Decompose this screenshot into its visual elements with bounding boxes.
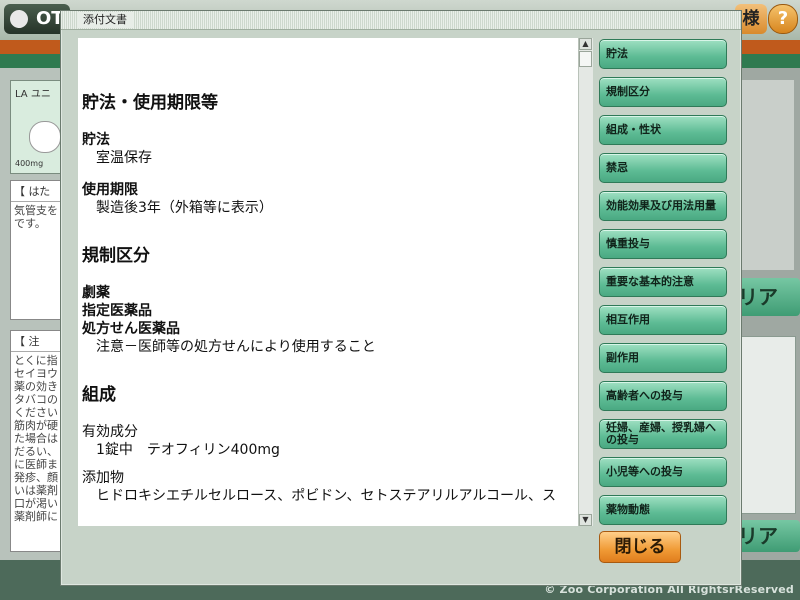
nav-pharmacokinetics[interactable]: 薬物動態 — [599, 495, 727, 525]
effects-box-text: 気管支を です。 — [14, 204, 58, 230]
help-icon[interactable]: ? — [768, 4, 798, 34]
dialog-titlebar[interactable]: 添付文書 — [61, 11, 741, 30]
document-content: 貯法・使用期限等 貯法 室温保存 使用期限 製造後3年（外箱等に表示） 規制区分… — [78, 38, 578, 505]
tablet-icon — [29, 121, 61, 153]
nav-composition[interactable]: 組成・性状 — [599, 115, 727, 145]
nav-pregnancy-lactation[interactable]: 妊婦、産婦、授乳婦への投与 — [599, 419, 727, 449]
package-label: LA ユニ — [15, 89, 51, 100]
package-dose: 400mg — [15, 159, 44, 168]
nav-pediatric[interactable]: 小児等への投与 — [599, 457, 727, 487]
section-heading-composition: 組成 — [82, 385, 116, 405]
expiry-value: 製造後3年（外箱等に表示） — [96, 200, 273, 216]
expiry-label: 使用期限 — [82, 182, 138, 198]
clear-button-top[interactable]: リア — [738, 278, 800, 316]
scroll-down-icon[interactable]: ▼ — [579, 514, 592, 526]
drug-package-image: LA ユニ 400mg — [10, 80, 67, 174]
right-info-panel — [738, 80, 794, 270]
active-ingredient-value: 1錠中 テオフィリン400mg — [96, 442, 280, 458]
storage-value: 室温保存 — [96, 150, 152, 166]
nav-careful-administration[interactable]: 慎重投与 — [599, 229, 727, 259]
storage-label: 貯法 — [82, 132, 110, 148]
effects-box-title: 【 はた — [11, 181, 67, 202]
close-button[interactable]: 閉じる — [599, 531, 681, 563]
additive-value: ヒドロキシエチルセルロース、ポビドン、セトステアリルアルコール、ス — [96, 488, 557, 504]
caution-box-title: 【 注 — [11, 331, 67, 352]
dialog-title: 添付文書 — [77, 12, 133, 28]
document-scrollbar[interactable]: ▲ ▼ — [578, 38, 593, 526]
clear-button-bottom[interactable]: リア — [738, 520, 800, 552]
nav-important-precautions[interactable]: 重要な基本的注意 — [599, 267, 727, 297]
nav-storage[interactable]: 貯法 — [599, 39, 727, 69]
nav-adverse-reactions[interactable]: 副作用 — [599, 343, 727, 373]
section-heading-storage: 貯法・使用期限等 — [82, 93, 218, 113]
caution-box-text: とくに指 セイヨウ 薬の効き タバコの ください 筋肉が硬 た場合は だるい、 … — [14, 354, 58, 523]
nav-contraindications[interactable]: 禁忌 — [599, 153, 727, 183]
regulation-note: 注意－医師等の処方せんにより使用すること — [96, 339, 376, 355]
pill-icon — [6, 6, 32, 32]
package-insert-dialog: 添付文書 貯法・使用期限等 貯法 室温保存 使用期限 製造後3年（外箱等に表示）… — [60, 10, 742, 586]
active-ingredient-label: 有効成分 — [82, 424, 138, 440]
nav-elderly[interactable]: 高齢者への投与 — [599, 381, 727, 411]
nav-regulation[interactable]: 規制区分 — [599, 77, 727, 107]
document-pane[interactable]: 貯法・使用期限等 貯法 室温保存 使用期限 製造後3年（外箱等に表示） 規制区分… — [78, 38, 578, 526]
regulation-item: 指定医薬品 — [82, 303, 152, 319]
nav-indications-dosage[interactable]: 効能効果及び用法用量 — [599, 191, 727, 221]
scroll-thumb[interactable] — [579, 51, 592, 67]
right-text-box — [738, 336, 796, 514]
scroll-up-icon[interactable]: ▲ — [579, 38, 592, 50]
nav-interactions[interactable]: 相互作用 — [599, 305, 727, 335]
regulation-item: 処方せん医薬品 — [82, 321, 180, 337]
additive-label: 添加物 — [82, 470, 124, 486]
section-heading-regulation: 規制区分 — [82, 246, 150, 266]
regulation-item: 劇薬 — [82, 285, 110, 301]
